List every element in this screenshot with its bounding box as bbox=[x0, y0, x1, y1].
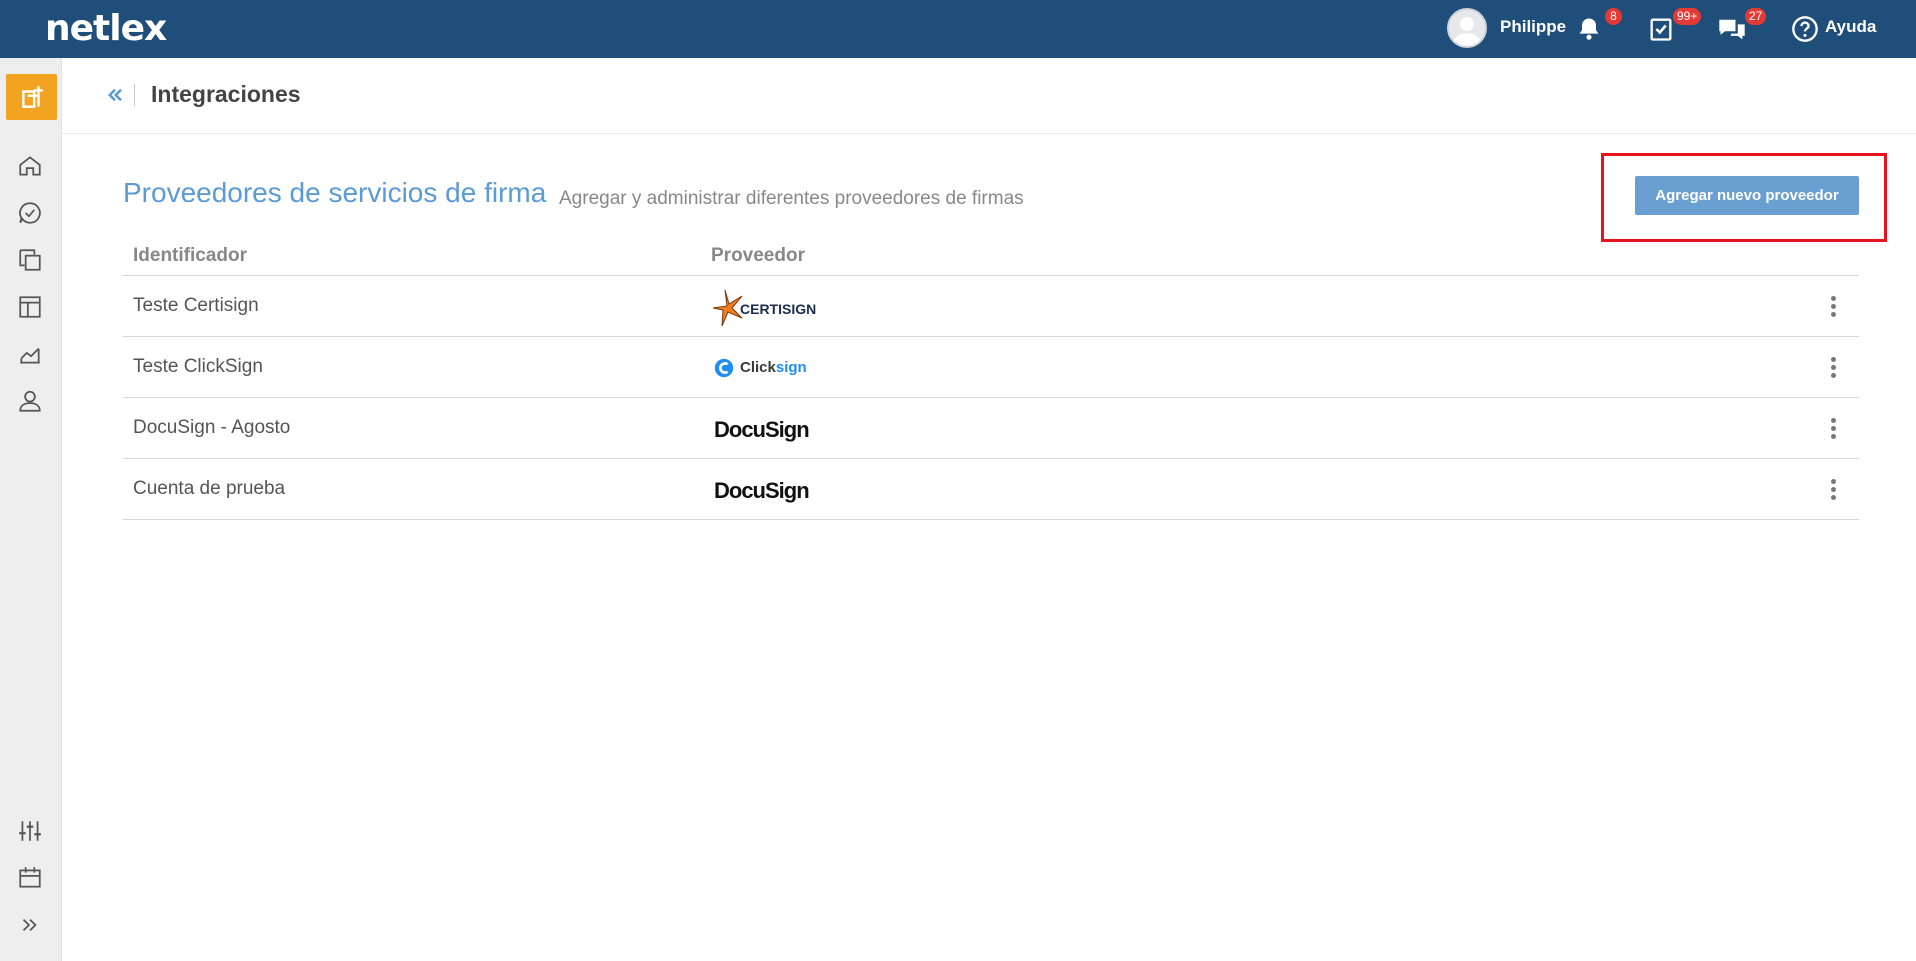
add-provider-button[interactable]: Agregar nuevo proveedor bbox=[1635, 176, 1859, 215]
home-icon bbox=[19, 156, 41, 176]
sidebar-item-boards[interactable] bbox=[14, 291, 46, 323]
provider-logo-text: Clicksign bbox=[740, 359, 807, 376]
add-document-icon bbox=[22, 86, 43, 108]
help-label: Ayuda bbox=[1825, 17, 1877, 36]
double-chevron-right-icon bbox=[22, 918, 37, 932]
tasks-button[interactable]: 99+ bbox=[1645, 8, 1702, 46]
provider-logo-docusign: DocuSign bbox=[711, 410, 841, 450]
provider-logo-docusign: DocuSign bbox=[711, 471, 841, 511]
table-row[interactable]: DocuSign - Agosto DocuSign bbox=[123, 398, 1859, 459]
tasks-badge: 99+ bbox=[1673, 8, 1702, 25]
layout-icon bbox=[19, 296, 41, 318]
provider-logo-clicksign: Clicksign bbox=[711, 349, 841, 389]
header-divider bbox=[134, 84, 135, 106]
section-title: Proveedores de servicios de firma bbox=[123, 177, 547, 208]
notifications-badge: 8 bbox=[1605, 8, 1622, 25]
copy-icon bbox=[19, 249, 41, 271]
provider-logo-text: CERTISIGN bbox=[740, 301, 817, 317]
page-title: Integraciones bbox=[151, 81, 301, 107]
column-header-identifier[interactable]: Identificador bbox=[133, 245, 247, 267]
page-header: Integraciones bbox=[62, 58, 1916, 134]
notifications-button[interactable]: 8 bbox=[1573, 8, 1622, 46]
messages-button[interactable]: 27 bbox=[1715, 8, 1767, 46]
sidebar-item-reports[interactable] bbox=[14, 338, 46, 370]
row-identifier: Teste Certisign bbox=[133, 295, 259, 316]
provider-logo-certisign: CERTISIGN bbox=[711, 288, 841, 328]
back-button[interactable] bbox=[106, 86, 126, 106]
provider-logo-text: DocuSign bbox=[714, 478, 810, 503]
providers-table: Identificador Proveedor Teste Certisign … bbox=[123, 235, 1859, 520]
chart-icon bbox=[20, 347, 40, 364]
user-name[interactable]: Philippe bbox=[1500, 17, 1566, 37]
column-header-provider[interactable]: Proveedor bbox=[711, 245, 805, 267]
row-actions-menu[interactable] bbox=[1823, 416, 1843, 442]
user-icon bbox=[19, 390, 41, 412]
user-avatar[interactable] bbox=[1447, 8, 1487, 48]
sliders-icon bbox=[19, 821, 41, 841]
provider-logo-text: DocuSign bbox=[714, 417, 810, 442]
sidebar-item-documents[interactable] bbox=[14, 244, 46, 276]
table-row[interactable]: Cuenta de prueba DocuSign bbox=[123, 459, 1859, 520]
sidebar-item-calendar[interactable] bbox=[14, 862, 46, 894]
sidebar-item-tasks[interactable] bbox=[14, 197, 46, 229]
new-item-button[interactable] bbox=[6, 74, 57, 120]
sidebar-expand-button[interactable] bbox=[14, 909, 46, 941]
table-header: Identificador Proveedor bbox=[123, 235, 1859, 276]
netlex-logo[interactable]: netlex bbox=[45, 8, 167, 49]
question-circle-icon bbox=[1792, 16, 1818, 42]
table-row[interactable]: Teste Certisign CERTISIGN bbox=[123, 276, 1859, 337]
row-identifier: DocuSign - Agosto bbox=[133, 417, 291, 438]
row-actions-menu[interactable] bbox=[1823, 477, 1843, 503]
left-sidebar bbox=[0, 58, 62, 961]
check-bubble-icon bbox=[19, 202, 41, 224]
sidebar-item-contacts[interactable] bbox=[14, 385, 46, 417]
task-check-icon bbox=[1650, 18, 1672, 41]
chat-icon bbox=[1719, 19, 1745, 40]
section-subtitle: Agregar y administrar diferentes proveed… bbox=[559, 188, 1024, 209]
sidebar-item-home[interactable] bbox=[14, 150, 46, 182]
bell-icon bbox=[1579, 18, 1599, 40]
row-actions-menu[interactable] bbox=[1823, 294, 1843, 320]
clicksign-mark-icon bbox=[714, 358, 734, 378]
top-navbar: netlex Philippe 8 99+ 27 Ayuda bbox=[0, 0, 1916, 58]
row-identifier: Teste ClickSign bbox=[133, 356, 263, 377]
sidebar-item-settings[interactable] bbox=[14, 815, 46, 847]
row-actions-menu[interactable] bbox=[1823, 355, 1843, 381]
double-chevron-left-icon bbox=[107, 88, 122, 102]
messages-badge: 27 bbox=[1745, 8, 1767, 25]
calendar-icon bbox=[19, 867, 41, 888]
table-row[interactable]: Teste ClickSign Clicksign bbox=[123, 337, 1859, 398]
row-identifier: Cuenta de prueba bbox=[133, 478, 286, 499]
